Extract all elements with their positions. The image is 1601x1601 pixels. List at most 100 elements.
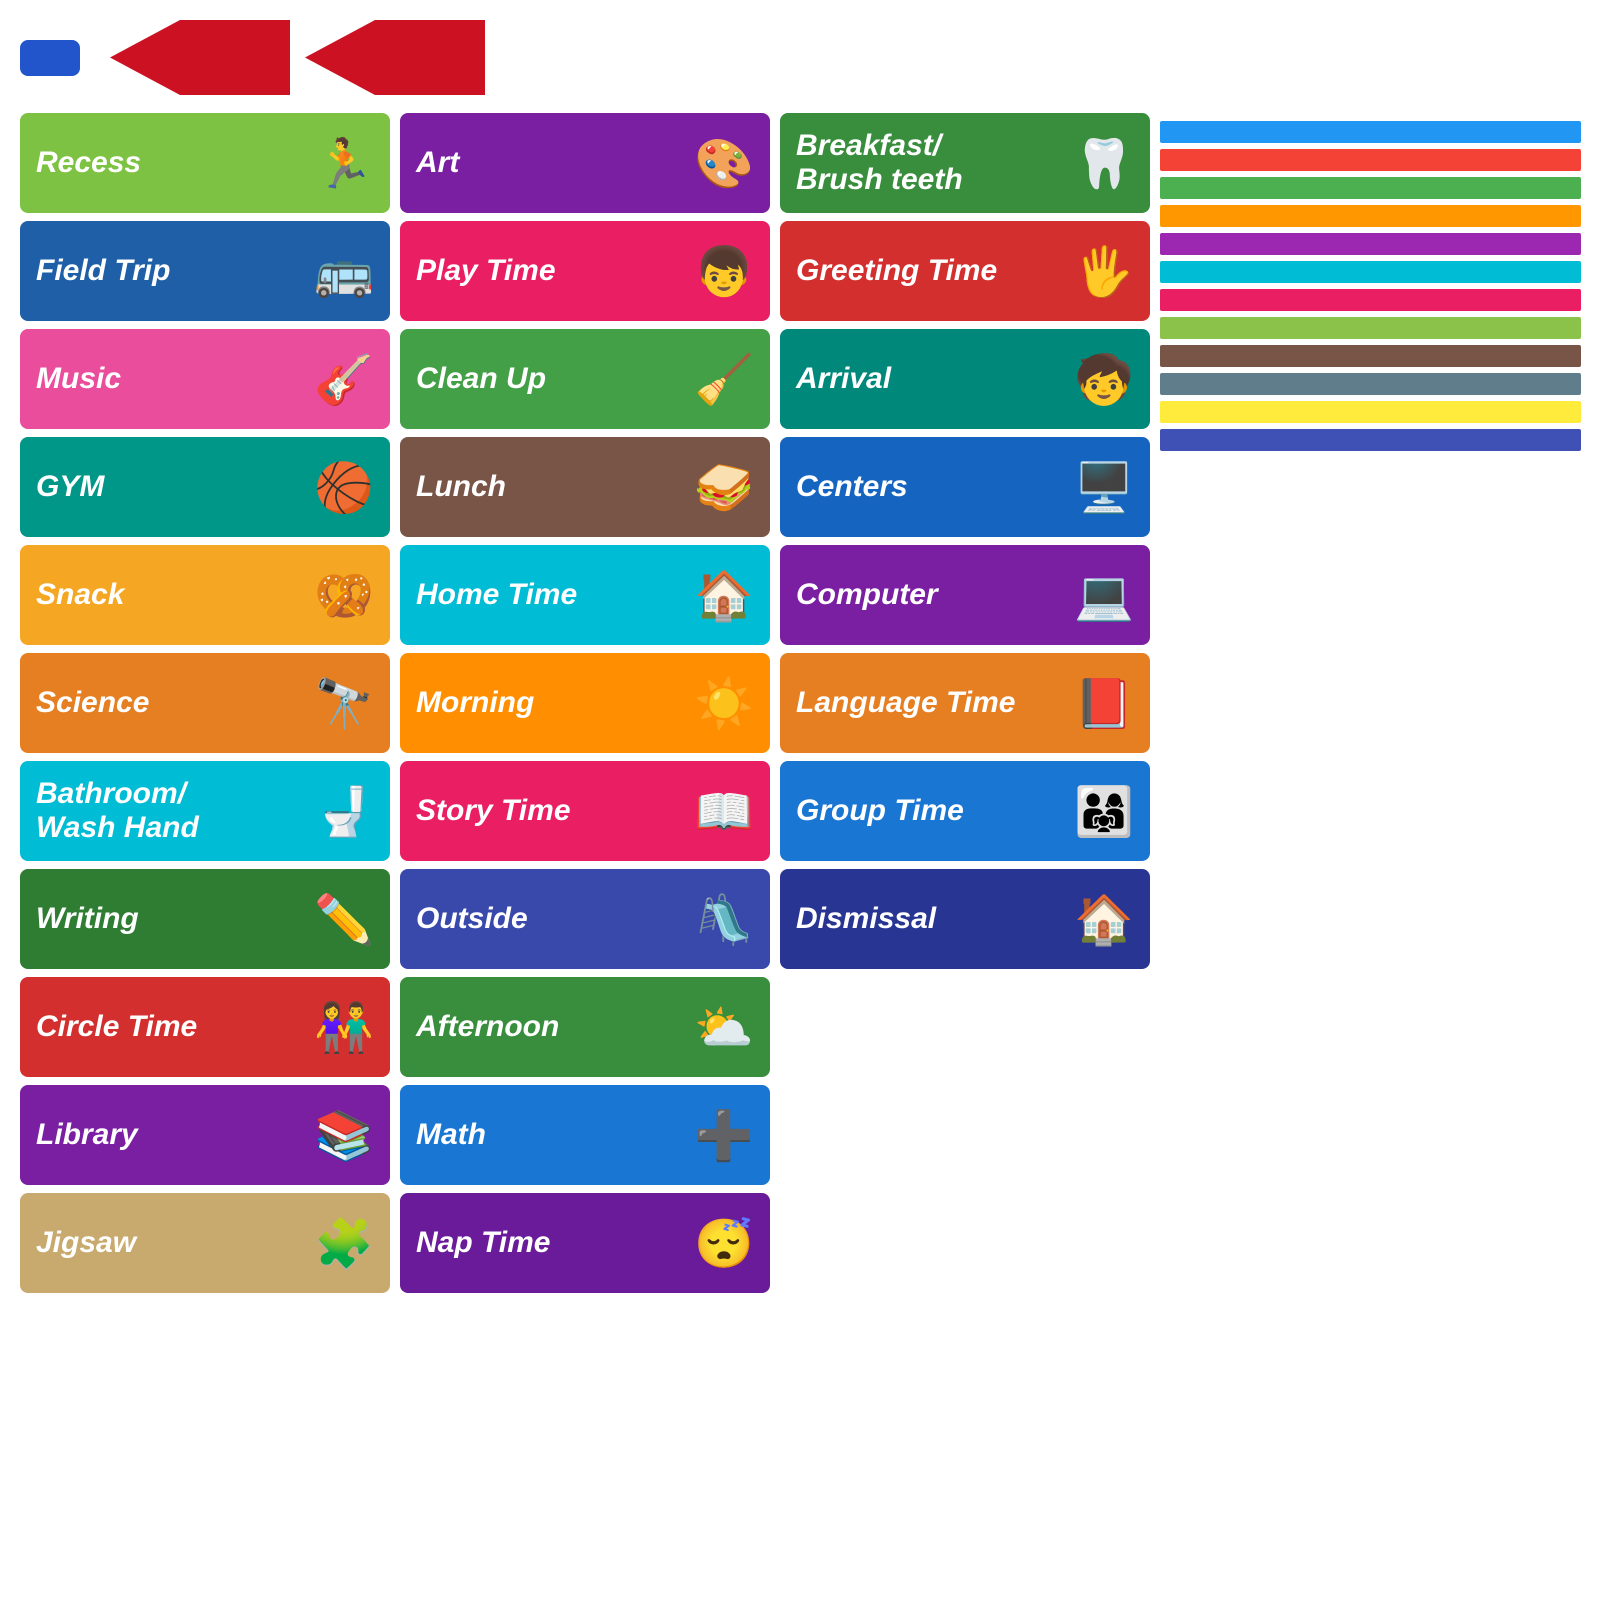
schedule-grid: Recess🏃Field Trip🚌Music🎸GYM🏀Snack🥨Scienc… [20,113,1581,1544]
schedule-card: Music🎸 [20,329,390,429]
card-label: Group Time [796,794,964,829]
schedule-card: Field Trip 🚌 [20,221,390,321]
schedule-card: Afternoon ⛅ [400,977,770,1077]
color-strip [1160,429,1581,451]
card-icon: 👦 [694,243,754,300]
card-label: Dismissal [796,902,936,937]
card-label: Computer [796,578,938,613]
column-1: Recess🏃Field Trip🚌Music🎸GYM🏀Snack🥨Scienc… [20,113,390,1544]
color-strip [1160,233,1581,255]
arrow-left-1 [110,20,290,95]
card-label: Lunch [416,470,506,505]
color-strip [1160,401,1581,423]
color-strip [1160,205,1581,227]
arrows [110,20,485,95]
title-box [20,40,80,76]
schedule-card: Clean Up 🧹 [400,329,770,429]
schedule-card: Bathroom/ Wash Hand 🚽 [20,761,390,861]
card-label: Art [416,146,459,181]
card-icon: 🚽 [314,783,374,840]
schedule-card: Science 🔭 [20,653,390,753]
card-icon: 📕 [1074,675,1134,732]
schedule-card: Computer💻 [780,545,1150,645]
schedule-card: Home Time🏠 [400,545,770,645]
color-strip [1160,345,1581,367]
color-strip [1160,149,1581,171]
card-label: Clean Up [416,362,546,397]
schedule-card: Morning ☀️ [400,653,770,753]
card-icon: 🏠 [1074,891,1134,948]
card-icon: ☀️ [694,675,754,732]
schedule-card: Group Time 👨‍👩‍👧 [780,761,1150,861]
schedule-card: Writing ✏️ [20,869,390,969]
card-label: Centers [796,470,908,505]
card-icon: 🧒 [1074,351,1134,408]
card-icon: ✏️ [314,891,374,948]
schedule-card: Jigsaw 🧩 [20,1193,390,1293]
card-label: Library [36,1118,138,1153]
schedule-card: Circle Time👫 [20,977,390,1077]
card-label: Outside [416,902,528,937]
column-3: Breakfast/ Brush teeth🦷 Greeting Time 🖐️ Ar… [780,113,1150,1544]
schedule-card: Dismissal 🏠 [780,869,1150,969]
card-label: Field Trip [36,254,170,289]
card-label: Nap Time [416,1226,551,1261]
card-label: Jigsaw [36,1226,136,1261]
color-strip [1160,317,1581,339]
card-label: Arrival [796,362,891,397]
card-label: Afternoon [416,1010,559,1045]
column-2: Art🎨Play Time👦Clean Up🧹Lunch🥪Home Time🏠M… [400,113,770,1544]
card-icon: 🔭 [314,675,374,732]
color-strip [1160,289,1581,311]
card-label: Music [36,362,121,397]
column-strips [1160,113,1581,1544]
color-strip [1160,177,1581,199]
card-icon: 🛝 [694,891,754,948]
card-icon: 🚌 [314,243,374,300]
card-label: Morning [416,686,534,721]
card-icon: 🏃 [314,135,374,192]
schedule-card: GYM 🏀 [20,437,390,537]
card-label: Math [416,1118,486,1153]
card-icon: 🖥️ [1074,459,1134,516]
schedule-card: Centers 🖥️ [780,437,1150,537]
color-strip [1160,261,1581,283]
schedule-card: Outside 🛝 [400,869,770,969]
card-label: Play Time [416,254,556,289]
schedule-card: Arrival 🧒 [780,329,1150,429]
card-icon: 🥪 [694,459,754,516]
schedule-card: Nap Time 😴 [400,1193,770,1293]
card-icon: 👫 [314,999,374,1056]
card-icon: ➕ [694,1107,754,1164]
card-icon: 📖 [694,783,754,840]
card-label: Language Time [796,686,1016,721]
schedule-card: Language Time 📕 [780,653,1150,753]
card-icon: 🏀 [314,459,374,516]
schedule-card: Greeting Time 🖐️ [780,221,1150,321]
card-label: Recess [36,146,141,181]
card-label: Breakfast/ Brush teeth [796,129,963,198]
schedule-card: Snack🥨 [20,545,390,645]
card-label: Greeting Time [796,254,997,289]
card-label: Snack [36,578,124,613]
schedule-card: Story Time📖 [400,761,770,861]
schedule-card: Play Time 👦 [400,221,770,321]
card-label: Bathroom/ Wash Hand [36,777,199,846]
card-icon: ⛅ [694,999,754,1056]
card-icon: 📚 [314,1107,374,1164]
card-icon: 😴 [694,1215,754,1272]
card-label: Home Time [416,578,577,613]
card-label: Writing [36,902,139,937]
card-icon: 🧹 [694,351,754,408]
schedule-card: Library 📚 [20,1085,390,1185]
color-strips [1160,113,1581,461]
card-icon: 👨‍👩‍👧 [1074,783,1134,840]
card-icon: 🧩 [314,1215,374,1272]
schedule-card: Recess 🏃 [20,113,390,213]
card-label: Science [36,686,149,721]
card-label: GYM [36,470,104,505]
arrow-left-2 [305,20,485,95]
color-strip [1160,121,1581,143]
card-icon: 🖐️ [1074,243,1134,300]
schedule-card: Breakfast/ Brush teeth🦷 [780,113,1150,213]
